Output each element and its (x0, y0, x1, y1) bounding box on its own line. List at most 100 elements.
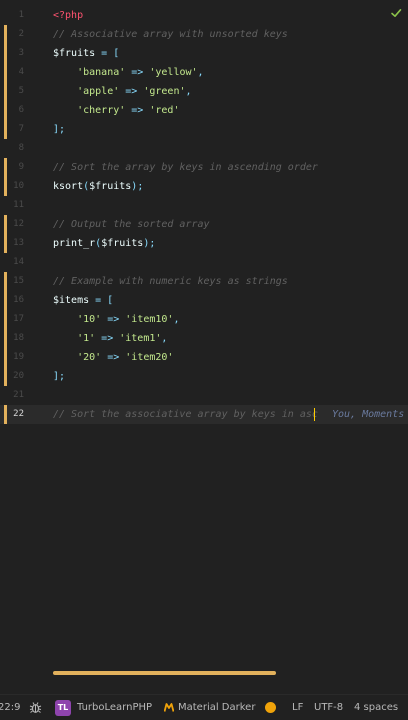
code-line[interactable]: 17 '10' => 'item10', (0, 310, 408, 329)
code-token: '1' (77, 333, 96, 344)
code-token: = [ (89, 295, 114, 306)
code-token: $fruits (101, 238, 144, 249)
code-line[interactable]: 6 'cherry' => 'red' (0, 101, 408, 120)
code-line[interactable]: 13 print_r($fruits); (0, 234, 408, 253)
line-number: 21 (13, 390, 24, 400)
line-number: 17 (13, 314, 24, 324)
code-token: = [ (95, 48, 120, 59)
status-indicator-dot[interactable] (265, 702, 276, 713)
code-token: 'green' (143, 86, 186, 97)
code-token: // Example with numeric keys as strings (53, 276, 288, 287)
code-line[interactable]: 10 ksort($fruits); (0, 177, 408, 196)
code-text[interactable]: 'apple' => 'green', (53, 82, 192, 101)
code-editor[interactable]: 1 <?php 2 // Associative array with unsorte… (0, 0, 408, 694)
code-token: // Output the sorted array (53, 219, 210, 230)
line-number: 9 (18, 162, 24, 172)
code-token: // Associative array with unsorted keys (53, 29, 288, 40)
code-text[interactable]: '20' => 'item20' (53, 348, 173, 367)
code-token: 'cherry' (77, 105, 126, 116)
line-number: 14 (13, 257, 24, 267)
code-line[interactable]: 20]; (0, 367, 408, 386)
code-line[interactable]: 16 $items = [ (0, 291, 408, 310)
cursor-position[interactable]: 22:9 (0, 695, 20, 720)
code-text[interactable]: $fruits = [ (53, 44, 119, 63)
line-number: 7 (18, 124, 24, 134)
code-token: 'red' (149, 105, 180, 116)
horizontal-scrollbar[interactable] (53, 671, 276, 675)
code-token: , (173, 314, 180, 325)
line-number: 5 (18, 86, 24, 96)
code-line[interactable]: 12 // Output the sorted array (0, 215, 408, 234)
code-text[interactable]: '1' => 'item1', (53, 329, 167, 348)
plugin-name[interactable]: TurboLearnPHP (77, 695, 152, 720)
code-token: , (185, 86, 192, 97)
code-line[interactable]: 21 (0, 386, 408, 405)
code-line[interactable]: 14 (0, 253, 408, 272)
line-number: 10 (13, 181, 24, 191)
code-text[interactable]: $items = [ (53, 291, 113, 310)
line-number: 20 (13, 371, 24, 381)
code-text[interactable]: <?php (53, 6, 83, 25)
code-token: , (197, 67, 204, 78)
code-line[interactable]: 15 // Example with numeric keys as string… (0, 272, 408, 291)
line-number: 18 (13, 333, 24, 343)
code-text[interactable]: '10' => 'item10', (53, 310, 179, 329)
code-text[interactable]: 'banana' => 'yellow', (53, 63, 204, 82)
code-token: 'item10' (125, 314, 174, 325)
code-token: // Sort the associative array by keys in… (53, 409, 318, 420)
line-number: 6 (18, 105, 24, 115)
code-line[interactable]: 7]; (0, 120, 408, 139)
plugin-badge[interactable]: TL (55, 700, 71, 716)
code-line[interactable]: 2 // Associative array with unsorted keys (0, 25, 408, 44)
code-line[interactable]: 5 'apple' => 'green', (0, 82, 408, 101)
line-number: 2 (18, 29, 24, 39)
line-number: 15 (13, 276, 24, 286)
code-token: => (95, 333, 120, 344)
line-number: 4 (18, 67, 24, 77)
code-line[interactable]: 18 '1' => 'item1', (0, 329, 408, 348)
code-line[interactable]: 11 (0, 196, 408, 215)
code-line[interactable]: 19 '20' => 'item20' (0, 348, 408, 367)
code-token: '20' (77, 352, 102, 363)
line-number: 1 (18, 10, 24, 20)
code-text[interactable]: // Sort the associative array by keys in… (53, 405, 318, 424)
line-number: 11 (13, 200, 24, 210)
status-bar: 22:9 TL TurboLearnPHP Material Darker LF… (0, 694, 408, 720)
line-number: 3 (18, 48, 24, 58)
code-token: 'item1' (119, 333, 162, 344)
code-text[interactable]: ]; (53, 367, 65, 386)
line-number: 12 (13, 219, 24, 229)
code-line[interactable]: 8 (0, 139, 408, 158)
indentation[interactable]: 4 spaces (354, 695, 398, 720)
theme-name[interactable]: Material Darker (178, 695, 255, 720)
code-text[interactable]: print_r($fruits); (53, 234, 155, 253)
line-number: 16 (13, 295, 24, 305)
code-token: $items (53, 295, 90, 306)
code-token: ); (143, 238, 156, 249)
text-cursor (314, 408, 315, 421)
code-text[interactable]: ]; (53, 120, 65, 139)
code-text[interactable]: // Example with numeric keys as strings (53, 272, 288, 291)
encoding[interactable]: UTF-8 (314, 695, 343, 720)
bug-icon[interactable] (29, 701, 42, 714)
code-text[interactable]: // Associative array with unsorted keys (53, 25, 288, 44)
inline-blame[interactable]: You, Moments (332, 405, 404, 424)
code-line[interactable]: 4 'banana' => 'yellow', (0, 63, 408, 82)
code-text[interactable]: // Output the sorted array (53, 215, 210, 234)
line-ending[interactable]: LF (292, 695, 303, 720)
code-token: $fruits (89, 181, 132, 192)
code-line[interactable]: 3 $fruits = [ (0, 44, 408, 63)
code-token: print_r (53, 238, 96, 249)
code-line[interactable]: 9 // Sort the array by keys in ascending … (0, 158, 408, 177)
code-text[interactable]: // Sort the array by keys in ascending o… (53, 158, 318, 177)
code-line[interactable]: 22 // Sort the associative array by keys … (0, 405, 408, 424)
code-token: => (101, 352, 126, 363)
code-text[interactable]: 'cherry' => 'red' (53, 101, 179, 120)
code-line[interactable]: 1 <?php (0, 6, 408, 25)
code-token: $fruits (53, 48, 96, 59)
code-text[interactable]: ksort($fruits); (53, 177, 143, 196)
